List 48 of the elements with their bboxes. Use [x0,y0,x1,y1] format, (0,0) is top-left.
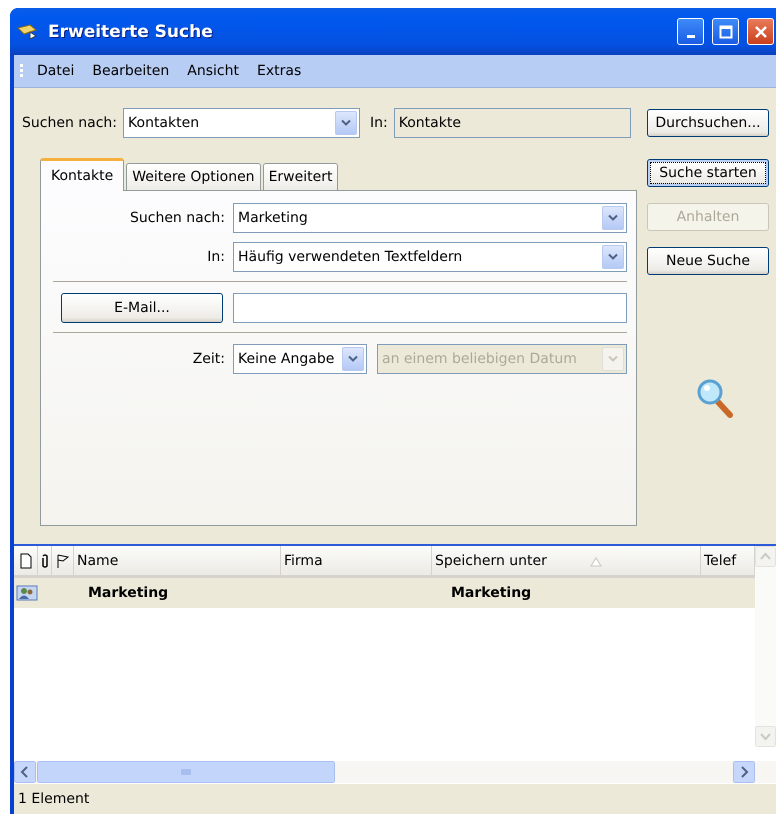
action-button[interactable]: Suche starten [647,158,769,187]
app-icon [16,22,40,42]
search-text-combo[interactable]: Marketing [233,202,627,233]
field-label: Zeit: [192,350,225,367]
field-label: Suchen nach: [128,210,225,226]
close-icon [754,24,768,38]
action-button[interactable]: Neue Suche [647,246,769,275]
column-header[interactable]: Speichern unter [432,546,701,576]
minimize-icon [686,35,694,38]
close-button[interactable] [747,18,774,45]
field-label: In: [370,114,388,131]
sort-arrow-icon [590,557,602,568]
look-for-dropdown[interactable]: Kontakten [123,108,360,138]
browse-button[interactable]: Durchsuchen... [647,108,769,137]
menu-item[interactable]: Ansicht [181,62,251,79]
table-cell-text: Marketing [450,585,532,602]
status-text: 1 Element [18,791,90,807]
field-label: Suchen nach: [22,114,118,131]
contact-group-icon [16,584,38,602]
flag-icon [56,552,70,569]
tab[interactable]: Kontakte [40,158,124,191]
result-row[interactable]: Marketing Marketing [14,578,755,608]
horizontal-scrollbar[interactable] [14,761,776,784]
scrollbar-thumb[interactable] [36,761,336,784]
scroll-left-button[interactable] [14,761,36,784]
page-icon [20,552,32,569]
time-dropdown[interactable]: Keine Angabe [233,344,367,374]
column-header[interactable]: Firma [281,546,432,576]
email-field[interactable] [233,292,627,323]
search-icon [696,378,736,420]
menu-item[interactable]: Extras [250,62,314,79]
paperclip-icon [40,552,48,569]
menu-item[interactable]: Datei [31,62,86,79]
maximize-icon [718,24,732,38]
email-button[interactable]: E-Mail... [61,292,223,323]
window-title: Erweiterte Suche [48,22,214,42]
toolbar-grip-icon [20,64,23,78]
table-cell-text: Marketing [87,585,170,602]
field-label: In: [206,248,225,265]
menu-item[interactable]: Bearbeiten [86,62,182,79]
column-header[interactable]: Name [74,546,281,576]
minimize-button[interactable] [677,18,704,45]
tab[interactable]: Erweitert [262,162,338,190]
tab[interactable]: Weitere Optionen [126,162,261,190]
maximize-button[interactable] [712,18,739,45]
folder-field[interactable]: Kontakte [394,108,631,138]
scroll-right-button[interactable] [733,761,755,784]
fields-dropdown[interactable]: Häufig verwendeten Textfeldern [233,242,627,272]
